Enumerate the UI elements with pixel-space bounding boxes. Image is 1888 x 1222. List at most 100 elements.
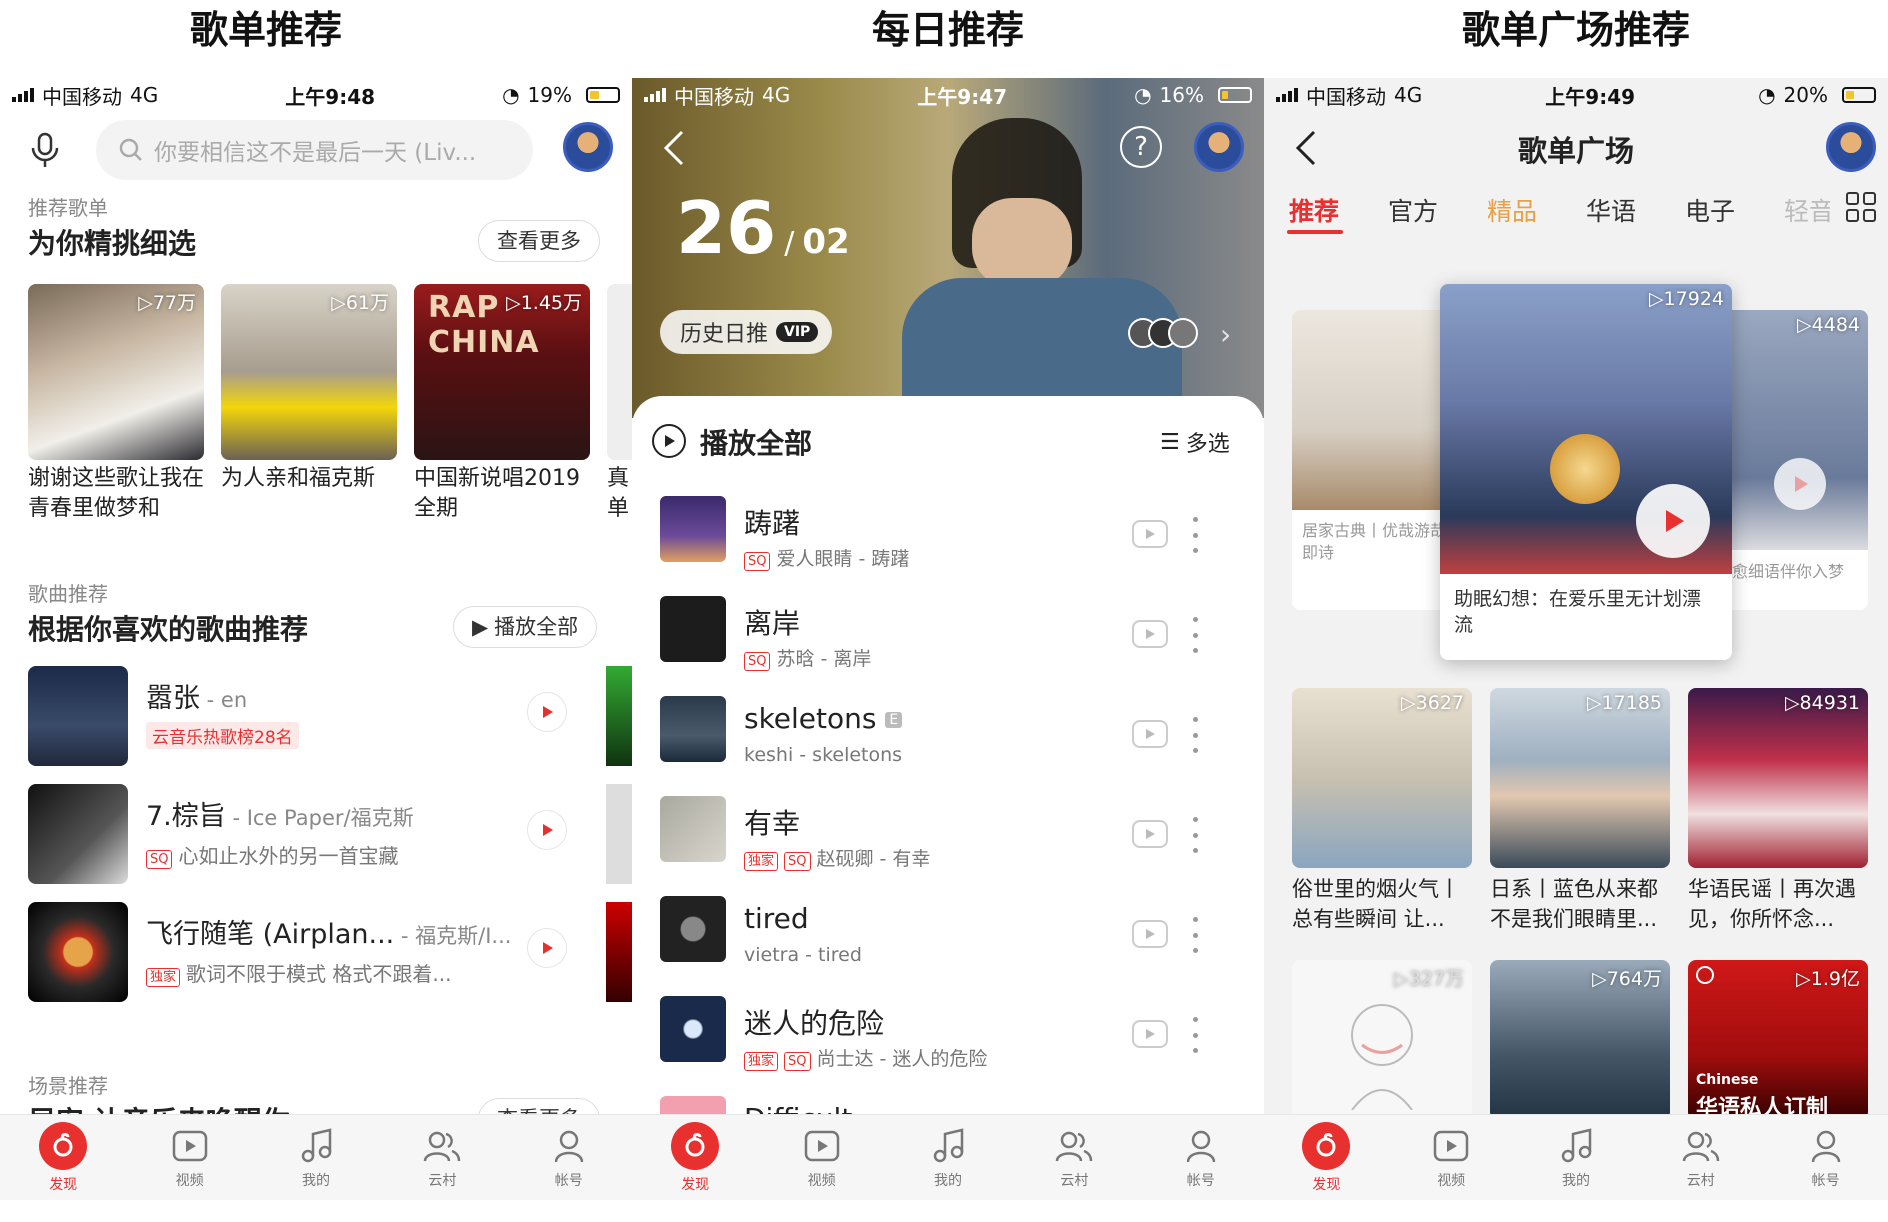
play-count: ▷77万: [138, 292, 196, 314]
song-row-3[interactable]: 飞行随笔 (Airplan... - 福克斯/I... 独家 歌词不限于模式 格式…: [0, 902, 632, 1006]
mv-play-button[interactable]: [1132, 720, 1168, 748]
playlist-cover-2[interactable]: ▷17185: [1490, 688, 1670, 868]
all-categories-icon[interactable]: [1846, 192, 1876, 222]
play-all-icon[interactable]: [652, 424, 686, 458]
tab-mine[interactable]: 我的: [1536, 1126, 1616, 1190]
tab-account[interactable]: 帐号: [1786, 1126, 1866, 1190]
playlist-title-2[interactable]: 为人亲和福克斯: [221, 464, 397, 494]
playlist-cover-3[interactable]: ▷84931: [1688, 688, 1868, 868]
playlist-cover-2[interactable]: ▷61万: [221, 284, 397, 460]
playlist-title-1[interactable]: 谢谢这些歌让我在青春里做梦和: [28, 464, 204, 524]
chevron-right-icon[interactable]: ›: [1220, 318, 1231, 351]
play-all-button[interactable]: ▶ 播放全部: [453, 606, 598, 648]
cover-overlay-label: Chinese: [1696, 1072, 1759, 1088]
tab-mine[interactable]: 我的: [276, 1126, 356, 1190]
tab-account[interactable]: 帐号: [1161, 1126, 1241, 1190]
mv-play-button[interactable]: [1132, 920, 1168, 948]
tab-video[interactable]: 视频: [150, 1126, 230, 1190]
voice-search-icon[interactable]: [28, 130, 64, 170]
tab-official[interactable]: 官方: [1388, 192, 1438, 228]
song-subtitle: keshi - skeletons: [744, 744, 903, 766]
more-icon[interactable]: [1188, 517, 1202, 553]
tab-community[interactable]: 云村: [1034, 1126, 1114, 1190]
play-count: ▷84931: [1784, 692, 1860, 714]
avatar[interactable]: [563, 122, 613, 172]
song-title: 踌躇: [744, 507, 801, 540]
tab-recommend[interactable]: 推荐: [1289, 192, 1339, 228]
playlist-cover-5[interactable]: ▷764万: [1490, 960, 1670, 1120]
song-row-1[interactable]: 嚣张 - en 云音乐热歌榜28名: [0, 666, 632, 770]
history-daily-button[interactable]: 历史日推 VIP: [660, 310, 833, 354]
song-play-button[interactable]: [527, 692, 567, 732]
playlist-cover-3[interactable]: ▷1.45万 RAP CHINA: [414, 284, 590, 460]
more-icon[interactable]: [1188, 917, 1202, 953]
section-label-scene: 场景推荐: [28, 1074, 108, 1098]
playlist-cover-1[interactable]: ▷77万: [28, 284, 204, 460]
tab-discover[interactable]: 发现: [23, 1121, 103, 1194]
playlist-title-2[interactable]: 日系丨蓝色从来都不是我们眼睛里...: [1490, 874, 1676, 934]
carousel-card-center[interactable]: ▷17924 助眠幻想：在爱乐里无计划漂流: [1440, 284, 1732, 660]
song-play-button[interactable]: [527, 928, 567, 968]
tab-electronic[interactable]: 电子: [1685, 192, 1735, 228]
mv-play-button[interactable]: [1132, 620, 1168, 648]
song-row-5[interactable]: tired vietra - tired: [632, 892, 1264, 992]
avatar[interactable]: [1194, 122, 1244, 172]
song-row-2[interactable]: 7.棕旨 - Ice Paper/福克斯 SQ 心如止水外的另一首宝藏: [0, 784, 632, 888]
artist-photo-face: [972, 198, 1072, 288]
tab-community[interactable]: 云村: [1661, 1126, 1741, 1190]
song-play-button[interactable]: [527, 810, 567, 850]
carousel-card-left[interactable]: 居家古典丨优哉游哉即诗: [1292, 310, 1462, 610]
more-icon[interactable]: [1188, 717, 1202, 753]
play-button[interactable]: [1636, 484, 1710, 558]
song-row-3[interactable]: skeletons E keshi - skeletons: [632, 692, 1264, 792]
mv-play-button[interactable]: [1132, 1020, 1168, 1048]
sq-tag: SQ: [784, 852, 811, 871]
tab-video[interactable]: 视频: [1411, 1126, 1491, 1190]
help-icon[interactable]: ?: [1120, 126, 1162, 168]
tab-video[interactable]: 视频: [782, 1126, 862, 1190]
tab-mine[interactable]: 我的: [908, 1126, 988, 1190]
playlist-title-3[interactable]: 华语民谣丨再次遇见，你所怀念...: [1688, 874, 1874, 934]
play-button[interactable]: [1774, 458, 1826, 510]
video-icon: [802, 1126, 842, 1166]
more-icon[interactable]: [1188, 617, 1202, 653]
user-icon: [1806, 1126, 1846, 1166]
mv-play-button[interactable]: [1132, 520, 1168, 548]
tab-light[interactable]: 轻音: [1784, 192, 1830, 228]
playlist-title-3[interactable]: 中国新说唱2019全期: [414, 464, 590, 524]
sketch-illustration: [1351, 1004, 1413, 1110]
multi-select-button[interactable]: ☰ 多选: [1160, 426, 1230, 458]
playlist-title-4[interactable]: 真单: [607, 464, 629, 524]
view-more-button[interactable]: 查看更多: [478, 220, 600, 262]
tab-discover[interactable]: 发现: [1286, 1121, 1366, 1194]
tab-premium[interactable]: 精品: [1487, 192, 1537, 228]
song-row-6[interactable]: 迷人的危险 独家 SQ 尚士达 - 迷人的危险: [632, 992, 1264, 1092]
play-count: ▷764万: [1592, 968, 1662, 990]
song-row-1[interactable]: 踌躇 SQ 爱人眼睛 - 踌躇: [632, 492, 1264, 592]
network-label: 4G: [762, 83, 791, 107]
avatar[interactable]: [1826, 122, 1876, 172]
playlist-title-1[interactable]: 俗世里的烟火气丨总有些瞬间 让...: [1292, 874, 1478, 934]
song-row-2[interactable]: 离岸 SQ 苏晗 - 离岸: [632, 592, 1264, 692]
back-icon[interactable]: [662, 128, 686, 172]
playlist-cover-4[interactable]: [607, 284, 632, 460]
song-title: 飞行随笔 (Airplan...: [146, 919, 395, 950]
more-icon[interactable]: [1188, 817, 1202, 853]
tab-community[interactable]: 云村: [402, 1126, 482, 1190]
playlist-cover-6[interactable]: ▷1.9亿 Chinese 华语私人订制: [1688, 960, 1868, 1120]
sq-tag: SQ: [784, 1052, 811, 1071]
play-all-label[interactable]: 播放全部: [700, 422, 812, 462]
tab-discover[interactable]: 发现: [655, 1121, 735, 1194]
mv-play-button[interactable]: [1132, 820, 1168, 848]
tab-account[interactable]: 帐号: [529, 1126, 609, 1190]
more-icon[interactable]: [1188, 1017, 1202, 1053]
search-input[interactable]: 你要相信这不是最后一天 (Liv...: [96, 120, 533, 180]
tab-chinese[interactable]: 华语: [1586, 192, 1636, 228]
carousel-card-right[interactable]: ▷4484 治愈细语伴你入梦: [1708, 310, 1868, 610]
song-row-4[interactable]: 有幸 独家 SQ 赵砚卿 - 有幸: [632, 792, 1264, 892]
tab-label: 发现: [1312, 1176, 1341, 1193]
song-title: 嚣张: [146, 683, 200, 714]
playlist-cover-4[interactable]: ▷327万: [1292, 960, 1472, 1120]
playlist-cover-1[interactable]: ▷3627: [1292, 688, 1472, 868]
section-title-based-on-likes: 根据你喜欢的歌曲推荐: [28, 613, 309, 646]
